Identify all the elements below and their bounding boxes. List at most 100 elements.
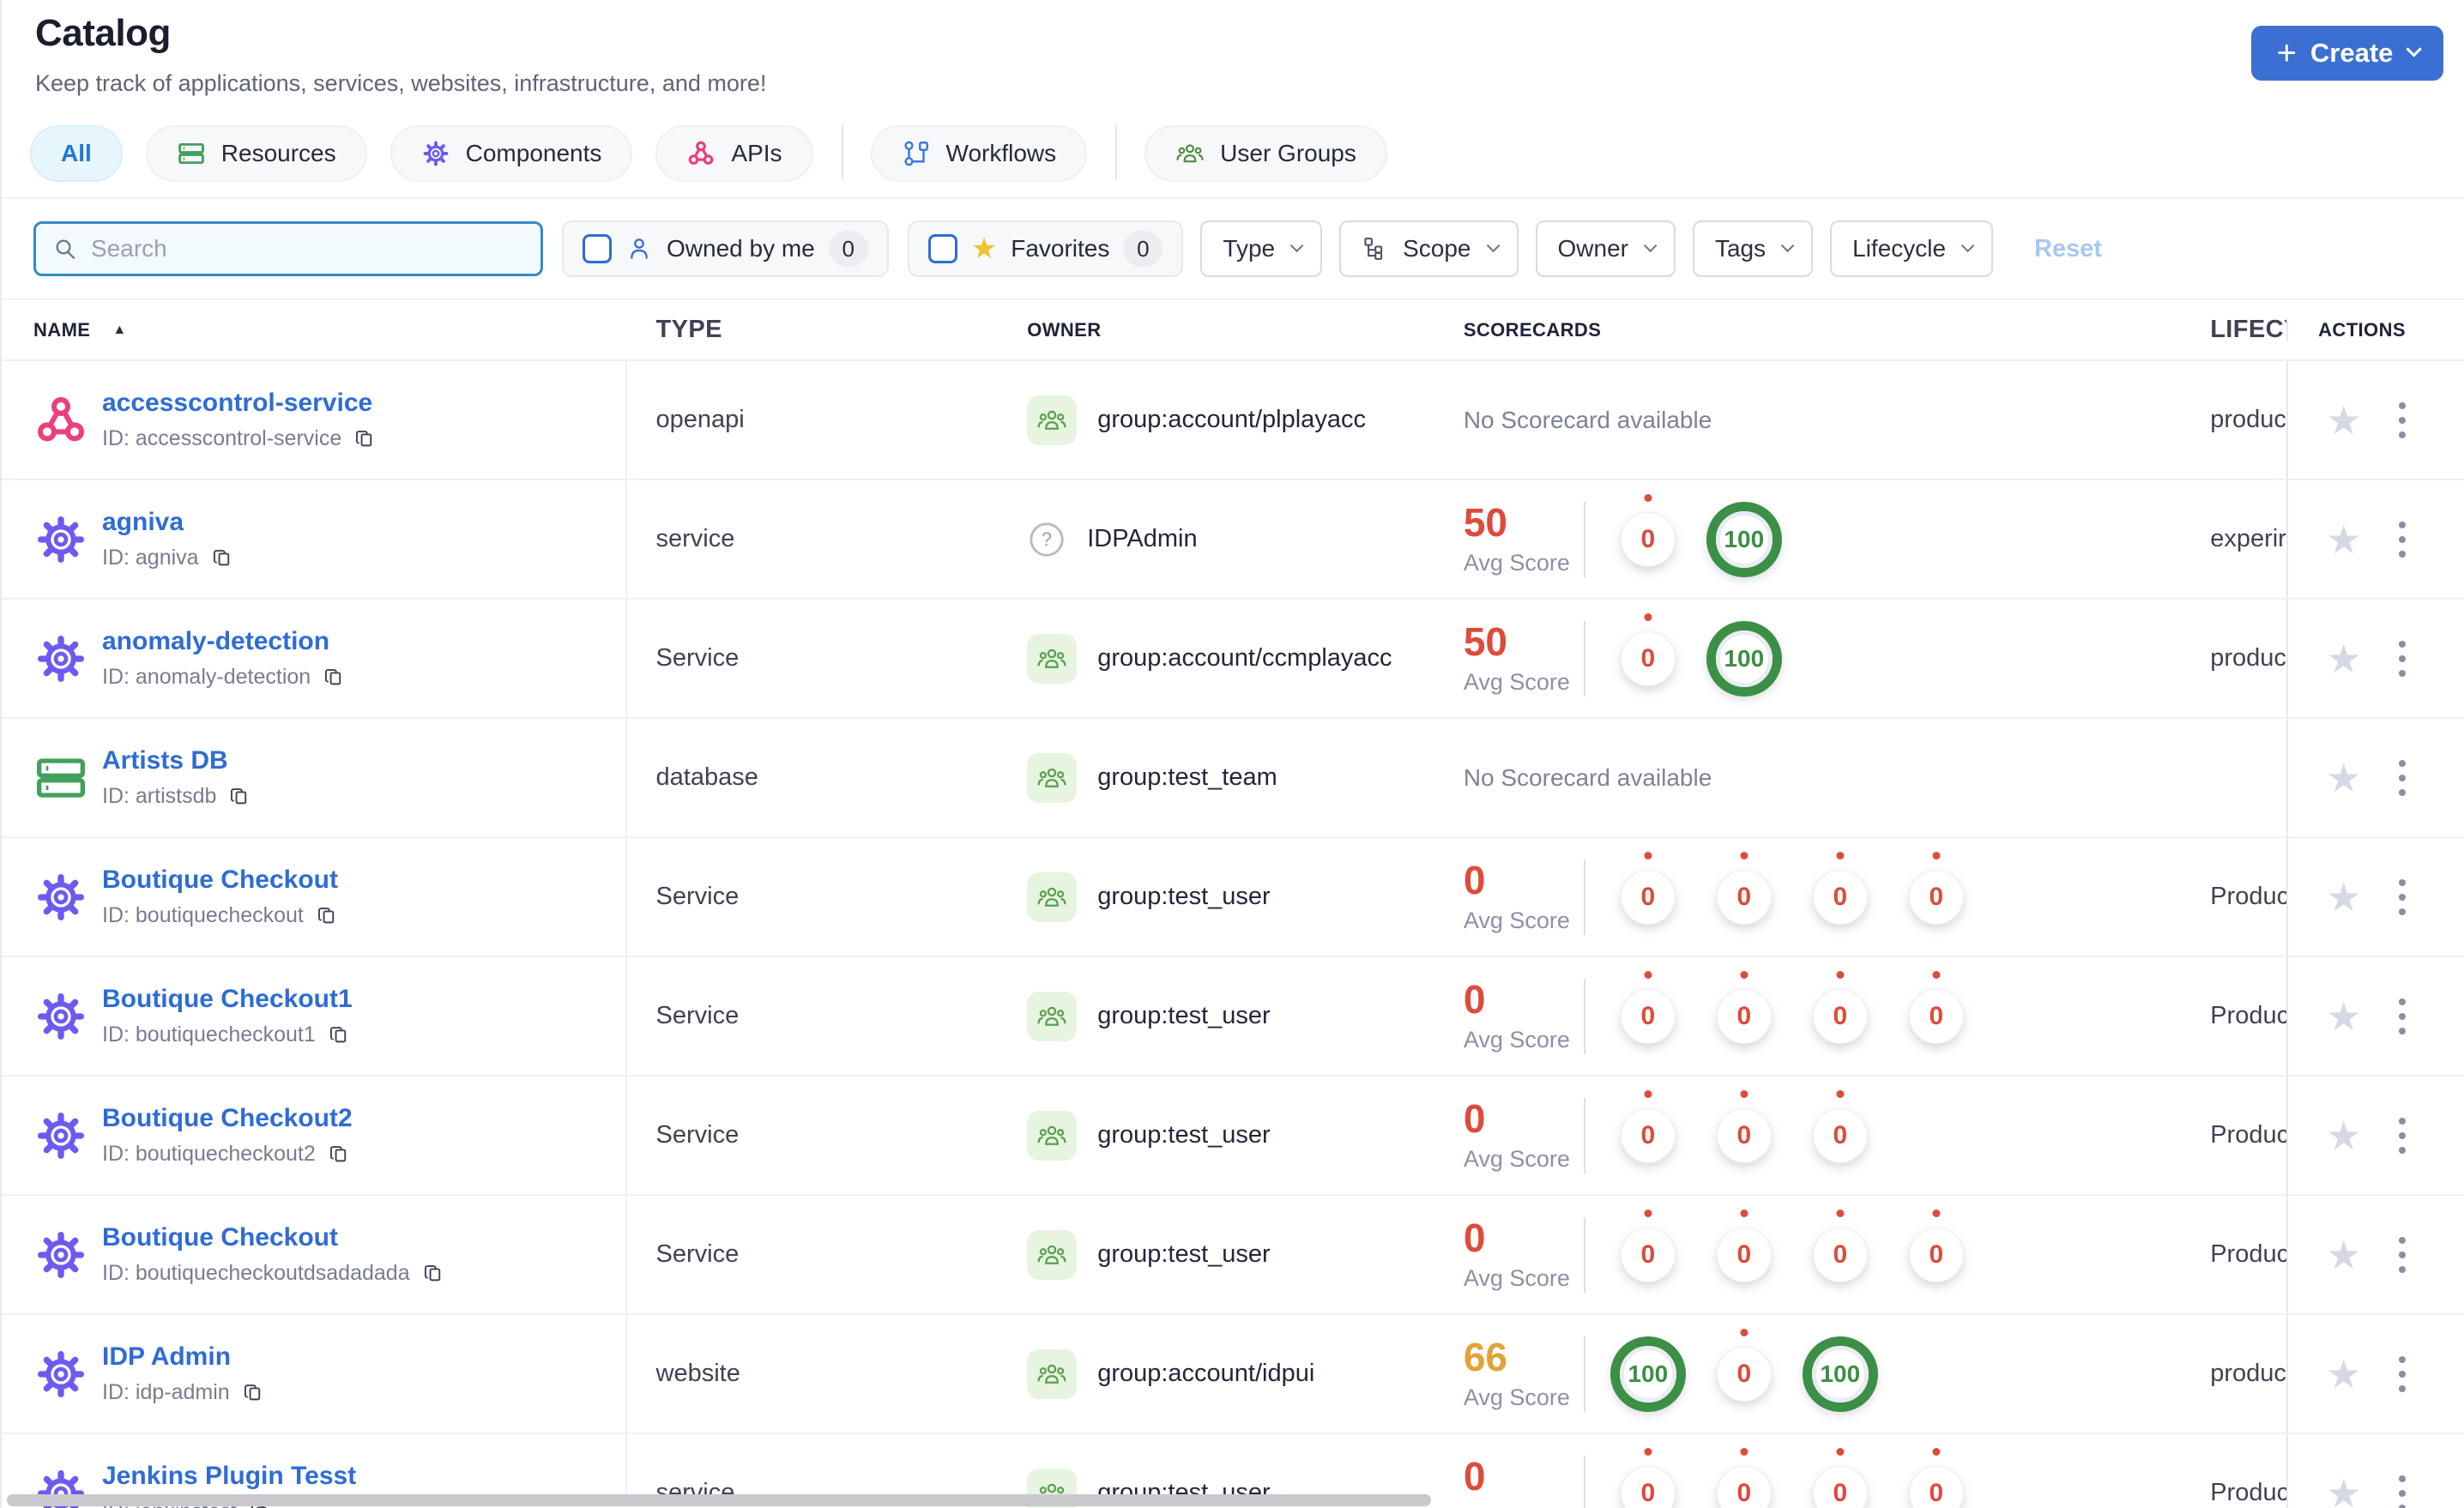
- favorite-star-icon[interactable]: ★: [2326, 758, 2361, 798]
- kebab-menu-icon[interactable]: [2394, 755, 2411, 801]
- avg-score: 0 Avg Score: [1464, 1217, 1584, 1292]
- copy-icon[interactable]: [323, 666, 346, 689]
- dropdown-owner[interactable]: Owner: [1535, 220, 1676, 277]
- tab-all[interactable]: All: [30, 125, 123, 182]
- scorecard-badge[interactable]: 0: [1813, 1089, 1867, 1162]
- scorecard-badge[interactable]: 100: [1609, 1336, 1686, 1412]
- search-input[interactable]: [91, 235, 525, 262]
- kebab-menu-icon[interactable]: [2394, 1232, 2411, 1278]
- favorite-star-icon[interactable]: ★: [2326, 1235, 2361, 1275]
- kebab-menu-icon[interactable]: [2394, 1351, 2411, 1397]
- owner-cell: ? IDPAdmin: [1027, 480, 1464, 598]
- avg-score-value: 0: [1463, 857, 1486, 902]
- scorecard-badge[interactable]: 0: [1621, 970, 1675, 1043]
- kebab-menu-icon[interactable]: [2394, 516, 2411, 563]
- column-header-name[interactable]: NAME ▲: [2, 319, 627, 341]
- copy-icon[interactable]: [328, 1143, 351, 1166]
- scorecard-badge[interactable]: 0: [1813, 1209, 1867, 1282]
- scorecard-badge[interactable]: 0: [1621, 1089, 1675, 1162]
- favorite-star-icon[interactable]: ★: [2326, 1474, 2361, 1508]
- entity-name-link[interactable]: Artists DB: [102, 746, 251, 775]
- tab-workflows[interactable]: Workflows: [870, 125, 1088, 182]
- entity-name-link[interactable]: agniva: [102, 508, 234, 537]
- entity-name-link[interactable]: Boutique Checkout2: [102, 1104, 353, 1133]
- scorecard-badge[interactable]: 0: [1813, 970, 1867, 1043]
- kebab-menu-icon[interactable]: [2394, 397, 2411, 443]
- entity-name-link[interactable]: Boutique Checkout1: [102, 985, 353, 1014]
- scorecard-badge[interactable]: 0: [1909, 970, 1963, 1043]
- copy-icon[interactable]: [228, 785, 251, 808]
- entity-id: ID: boutiquecheckout2: [102, 1142, 316, 1166]
- dropdown-lifecycle[interactable]: Lifecycle: [1830, 220, 1994, 277]
- dropdown-scope[interactable]: Scope: [1339, 220, 1519, 277]
- entity-name-link[interactable]: accesscontrol-service: [102, 389, 377, 418]
- scorecard-badge[interactable]: 0: [1717, 851, 1771, 924]
- entity-name-link[interactable]: Boutique Checkout: [102, 866, 339, 895]
- kebab-menu-icon[interactable]: [2394, 636, 2411, 682]
- scorecard-badge[interactable]: 0: [1621, 1447, 1675, 1508]
- scorecard-badge[interactable]: 100: [1802, 1336, 1878, 1412]
- favorite-star-icon[interactable]: ★: [2326, 878, 2361, 917]
- copy-icon[interactable]: [328, 1023, 351, 1047]
- no-scorecard-text: No Scorecard available: [1463, 406, 1712, 433]
- entity-name-link[interactable]: IDP Admin: [102, 1342, 265, 1372]
- table-row: Boutique Checkout ID: boutiquecheckoutds…: [2, 1196, 2464, 1315]
- tab-apis[interactable]: APIs: [655, 125, 813, 182]
- kebab-menu-icon[interactable]: [2394, 874, 2411, 920]
- actions-cell: ★: [2286, 361, 2464, 479]
- kebab-menu-icon[interactable]: [2394, 1113, 2411, 1159]
- scorecard-badge[interactable]: 0: [1717, 1447, 1771, 1508]
- favorite-star-icon[interactable]: ★: [2326, 639, 2361, 679]
- table-row: Artists DB ID: artistsdb database group:…: [2, 719, 2464, 838]
- scorecard-badge[interactable]: 0: [1717, 970, 1771, 1043]
- entity-name-link[interactable]: Boutique Checkout: [102, 1223, 445, 1252]
- favorite-star-icon[interactable]: ★: [2326, 1354, 2361, 1394]
- scorecard-badge[interactable]: 0: [1621, 851, 1675, 924]
- tab-resources[interactable]: Resources: [145, 125, 367, 182]
- favorite-star-icon[interactable]: ★: [2326, 1116, 2361, 1155]
- entity-name-link[interactable]: anomaly-detection: [102, 627, 346, 656]
- scorecard-badge[interactable]: 100: [1706, 501, 1782, 577]
- column-header-lifecycle[interactable]: LIFECYCLE: [2210, 316, 2286, 344]
- scorecard-badge[interactable]: 0: [1717, 1328, 1771, 1401]
- tab-components[interactable]: Components: [390, 125, 633, 182]
- scorecard-badge[interactable]: 0: [1909, 851, 1963, 924]
- scorecard-badge[interactable]: 0: [1813, 851, 1867, 924]
- create-button[interactable]: + Create: [2251, 26, 2443, 81]
- scorecard-badge[interactable]: 0: [1717, 1089, 1771, 1162]
- copy-icon[interactable]: [242, 1381, 265, 1404]
- owned-by-me-checkbox[interactable]: [583, 234, 612, 263]
- copy-icon[interactable]: [422, 1262, 445, 1285]
- scorecard-badge[interactable]: 0: [1909, 1447, 1963, 1508]
- dropdown-label: Lifecycle: [1852, 235, 1947, 262]
- owned-by-me-filter[interactable]: Owned by me 0: [562, 220, 889, 277]
- copy-icon[interactable]: [211, 546, 234, 570]
- tab-user-groups[interactable]: User Groups: [1144, 125, 1387, 182]
- scorecard-badge[interactable]: 0: [1621, 493, 1675, 566]
- favorite-star-icon[interactable]: ★: [2326, 997, 2361, 1036]
- kebab-menu-icon[interactable]: [2394, 1470, 2411, 1508]
- scorecard-badge[interactable]: 0: [1909, 1209, 1963, 1282]
- reset-button[interactable]: Reset: [2034, 235, 2102, 263]
- dropdown-type[interactable]: Type: [1200, 220, 1323, 277]
- entity-name-link[interactable]: Jenkins Plugin Tesst: [102, 1462, 356, 1491]
- scorecard-badge[interactable]: 0: [1621, 612, 1675, 685]
- scorecard-badge[interactable]: 0: [1621, 1209, 1675, 1282]
- scorecard-badge[interactable]: 0: [1813, 1447, 1867, 1508]
- scorecard-badge[interactable]: 100: [1706, 620, 1782, 697]
- type-cell: Service: [627, 600, 1028, 717]
- scorecard-badge[interactable]: 0: [1717, 1209, 1771, 1282]
- dropdown-tags[interactable]: Tags: [1692, 220, 1814, 277]
- copy-icon[interactable]: [316, 904, 339, 927]
- favorites-filter[interactable]: ★ Favorites 0: [907, 220, 1184, 277]
- favorite-star-icon[interactable]: ★: [2326, 520, 2361, 559]
- column-header-scorecards[interactable]: SCORECARDS: [1464, 319, 2210, 341]
- avg-score: 66 Avg Score: [1464, 1336, 1584, 1411]
- column-header-owner[interactable]: OWNER: [1027, 319, 1464, 341]
- copy-icon[interactable]: [353, 427, 377, 450]
- favorites-checkbox[interactable]: [927, 234, 957, 263]
- column-header-type[interactable]: TYPE: [627, 316, 1028, 344]
- horizontal-scrollbar[interactable]: [7, 1494, 1431, 1506]
- favorite-star-icon[interactable]: ★: [2326, 401, 2361, 440]
- kebab-menu-icon[interactable]: [2394, 993, 2411, 1040]
